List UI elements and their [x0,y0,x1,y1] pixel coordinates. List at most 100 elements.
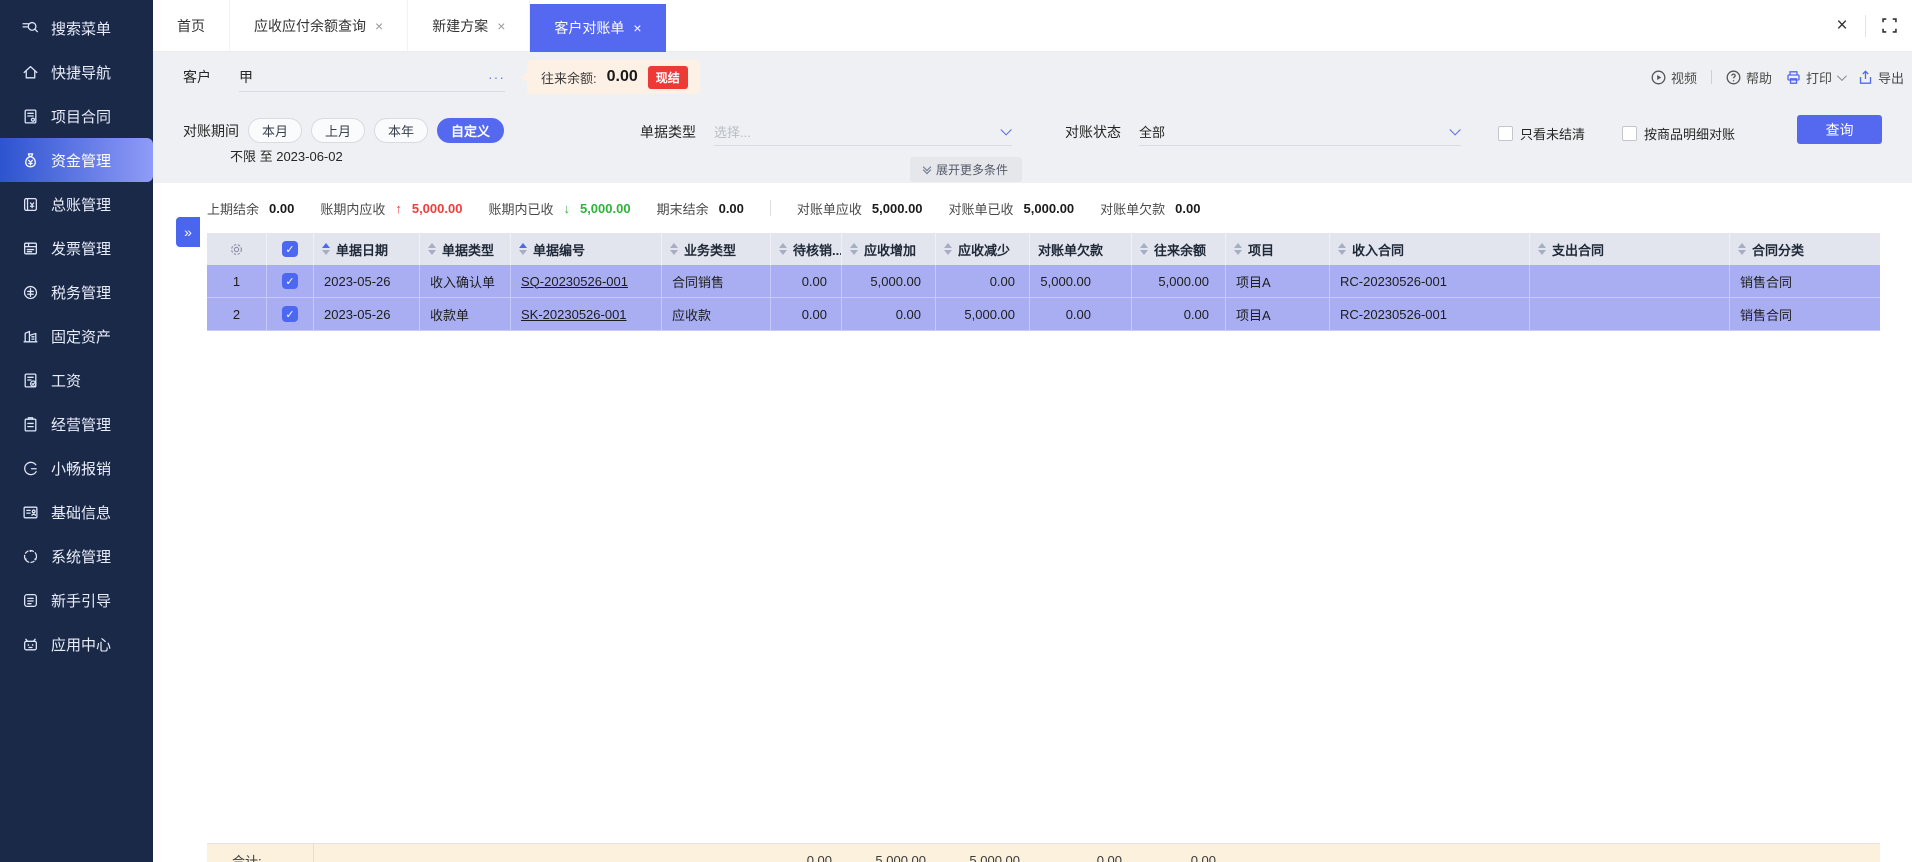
cell-increase: 5,000.00 [842,265,936,297]
tab-balance-query[interactable]: 应收应付余额查询 × [230,0,409,51]
sort-icon[interactable] [779,243,787,255]
close-icon[interactable]: × [633,21,641,35]
sidebar-item-label: 应用中心 [51,636,112,654]
header-receivable-decrease[interactable]: 应收减少 [936,233,1030,265]
tab-home[interactable]: 首页 [153,0,230,51]
period-option-last-month[interactable]: 上月 [311,118,366,143]
window-controls: × [1819,0,1912,51]
checkbox-icon[interactable] [1498,126,1513,141]
checkbox-checked-icon[interactable]: ✓ [282,241,298,257]
header-biz-type[interactable]: 业务类型 [662,233,771,265]
checkbox-checked-icon[interactable]: ✓ [282,273,298,289]
sidebar-item-operations[interactable]: 经营管理 [0,402,153,446]
select-all-checkbox[interactable]: ✓ [267,233,314,265]
customer-input[interactable]: 甲 ··· [239,62,505,92]
funds-icon [21,151,39,169]
by-item-checkbox[interactable]: 按商品明细对账 [1622,124,1735,143]
row-number: 1 [207,265,267,297]
doc-no-link[interactable]: SK-20230526-001 [521,307,627,322]
tab-new-plan[interactable]: 新建方案 × [408,0,531,51]
operations-icon [21,415,39,433]
row-checkbox[interactable]: ✓ [267,298,314,330]
sort-icon[interactable] [1738,243,1746,255]
sidebar-item-search-menu[interactable]: 搜索菜单 [0,6,153,50]
period-option-custom[interactable]: 自定义 [437,118,505,143]
sidebar-item-project-contract[interactable]: 项目合同 [0,94,153,138]
sidebar-item-fixed-assets[interactable]: 固定资产 [0,314,153,358]
sidebar-item-payroll[interactable]: 工资 [0,358,153,402]
cell-decrease: 0.00 [936,265,1030,297]
unsettled-checkbox[interactable]: 只看未结清 [1498,124,1585,143]
header-contract-category[interactable]: 合同分类 [1730,233,1880,265]
sidebar-item-basic-info[interactable]: 基础信息 [0,490,153,534]
header-balance[interactable]: 往来余额 [1132,233,1226,265]
collapse-panel-handle[interactable]: » [176,217,200,247]
chevron-down-icon[interactable] [1836,70,1847,81]
sort-icon[interactable] [1538,243,1546,255]
stat-statement-received: 对账单已收 5,000.00 [948,200,1075,217]
export-button[interactable]: 导出 [1858,68,1904,87]
sort-icon[interactable] [1234,243,1242,255]
print-button[interactable]: 打印 [1786,68,1847,87]
sort-icon[interactable] [850,243,858,255]
query-button[interactable]: 查询 [1797,115,1882,144]
header-income-contract[interactable]: 收入合同 [1330,233,1530,265]
sort-icon[interactable] [322,243,330,255]
doc-no-link[interactable]: SQ-20230526-001 [521,274,628,289]
period-option-this-month[interactable]: 本月 [248,118,303,143]
header-expense-contract[interactable]: 支出合同 [1530,233,1730,265]
header-statement-owed[interactable]: 对账单欠款 [1030,233,1132,265]
table-row[interactable]: 1 ✓ 2023-05-26 收入确认单 SQ-20230526-001 合同销… [207,265,1880,298]
close-window-icon[interactable]: × [1819,0,1865,52]
search-icon [21,19,39,37]
total-balance: 0.00 [1190,853,1216,862]
sidebar-item-reimburse[interactable]: 小畅报销 [0,446,153,490]
column-settings-button[interactable] [207,233,267,265]
help-button[interactable]: 帮助 [1726,68,1772,87]
expand-more-button[interactable]: 展开更多条件 [910,157,1022,182]
cell-increase: 0.00 [842,298,936,330]
header-doc-no[interactable]: 单据编号 [511,233,662,265]
contract-icon [21,107,39,125]
sort-icon[interactable] [1338,243,1346,255]
sidebar-item-label: 项目合同 [51,108,112,126]
period-option-this-year[interactable]: 本年 [374,118,429,143]
cell-doc-no: SQ-20230526-001 [511,265,662,297]
doc-type-placeholder: 选择... [714,125,751,140]
sidebar-item-invoice-management[interactable]: 发票管理 [0,226,153,270]
checkbox-icon[interactable] [1622,126,1637,141]
row-checkbox[interactable]: ✓ [267,265,314,297]
sort-icon[interactable] [670,243,678,255]
sidebar-item-quick-nav[interactable]: 快捷导航 [0,50,153,94]
table-row[interactable]: 2 ✓ 2023-05-26 收款单 SK-20230526-001 应收款 0… [207,298,1880,331]
sidebar-item-general-ledger[interactable]: 总账管理 [0,182,153,226]
doc-type-select[interactable]: 选择... [714,118,1012,146]
fullscreen-icon[interactable] [1866,0,1912,52]
sidebar-item-app-center[interactable]: 应用中心 [0,622,153,666]
sort-icon[interactable] [519,243,527,255]
status-select[interactable]: 全部 [1139,118,1461,146]
checkbox-checked-icon[interactable]: ✓ [282,306,298,322]
header-doc-date[interactable]: 单据日期 [314,233,420,265]
sidebar-item-funds-management[interactable]: 资金管理 [0,138,153,182]
header-pending[interactable]: 待核销... [771,233,842,265]
close-icon[interactable]: × [497,19,505,33]
header-receivable-increase[interactable]: 应收增加 [842,233,936,265]
cell-doc-no: SK-20230526-001 [511,298,662,330]
tax-icon [21,283,39,301]
sort-icon[interactable] [944,243,952,255]
sort-icon[interactable] [428,243,436,255]
sidebar-item-tax-management[interactable]: 税务管理 [0,270,153,314]
sort-icon[interactable] [1140,243,1148,255]
more-options-icon[interactable]: ··· [488,69,505,85]
sidebar-item-system-management[interactable]: 系统管理 [0,534,153,578]
double-chevron-down-icon [922,162,932,174]
header-project[interactable]: 项目 [1226,233,1330,265]
period-range-value[interactable]: 不限 至 2023-06-02 [230,146,343,165]
sidebar-item-beginner-guide[interactable]: 新手引导 [0,578,153,622]
close-icon[interactable]: × [375,19,383,33]
header-doc-type[interactable]: 单据类型 [420,233,511,265]
video-button[interactable]: 视频 [1651,68,1697,87]
sidebar-item-label: 总账管理 [51,196,112,214]
tab-customer-statement[interactable]: 客户对账单 × [530,4,666,52]
